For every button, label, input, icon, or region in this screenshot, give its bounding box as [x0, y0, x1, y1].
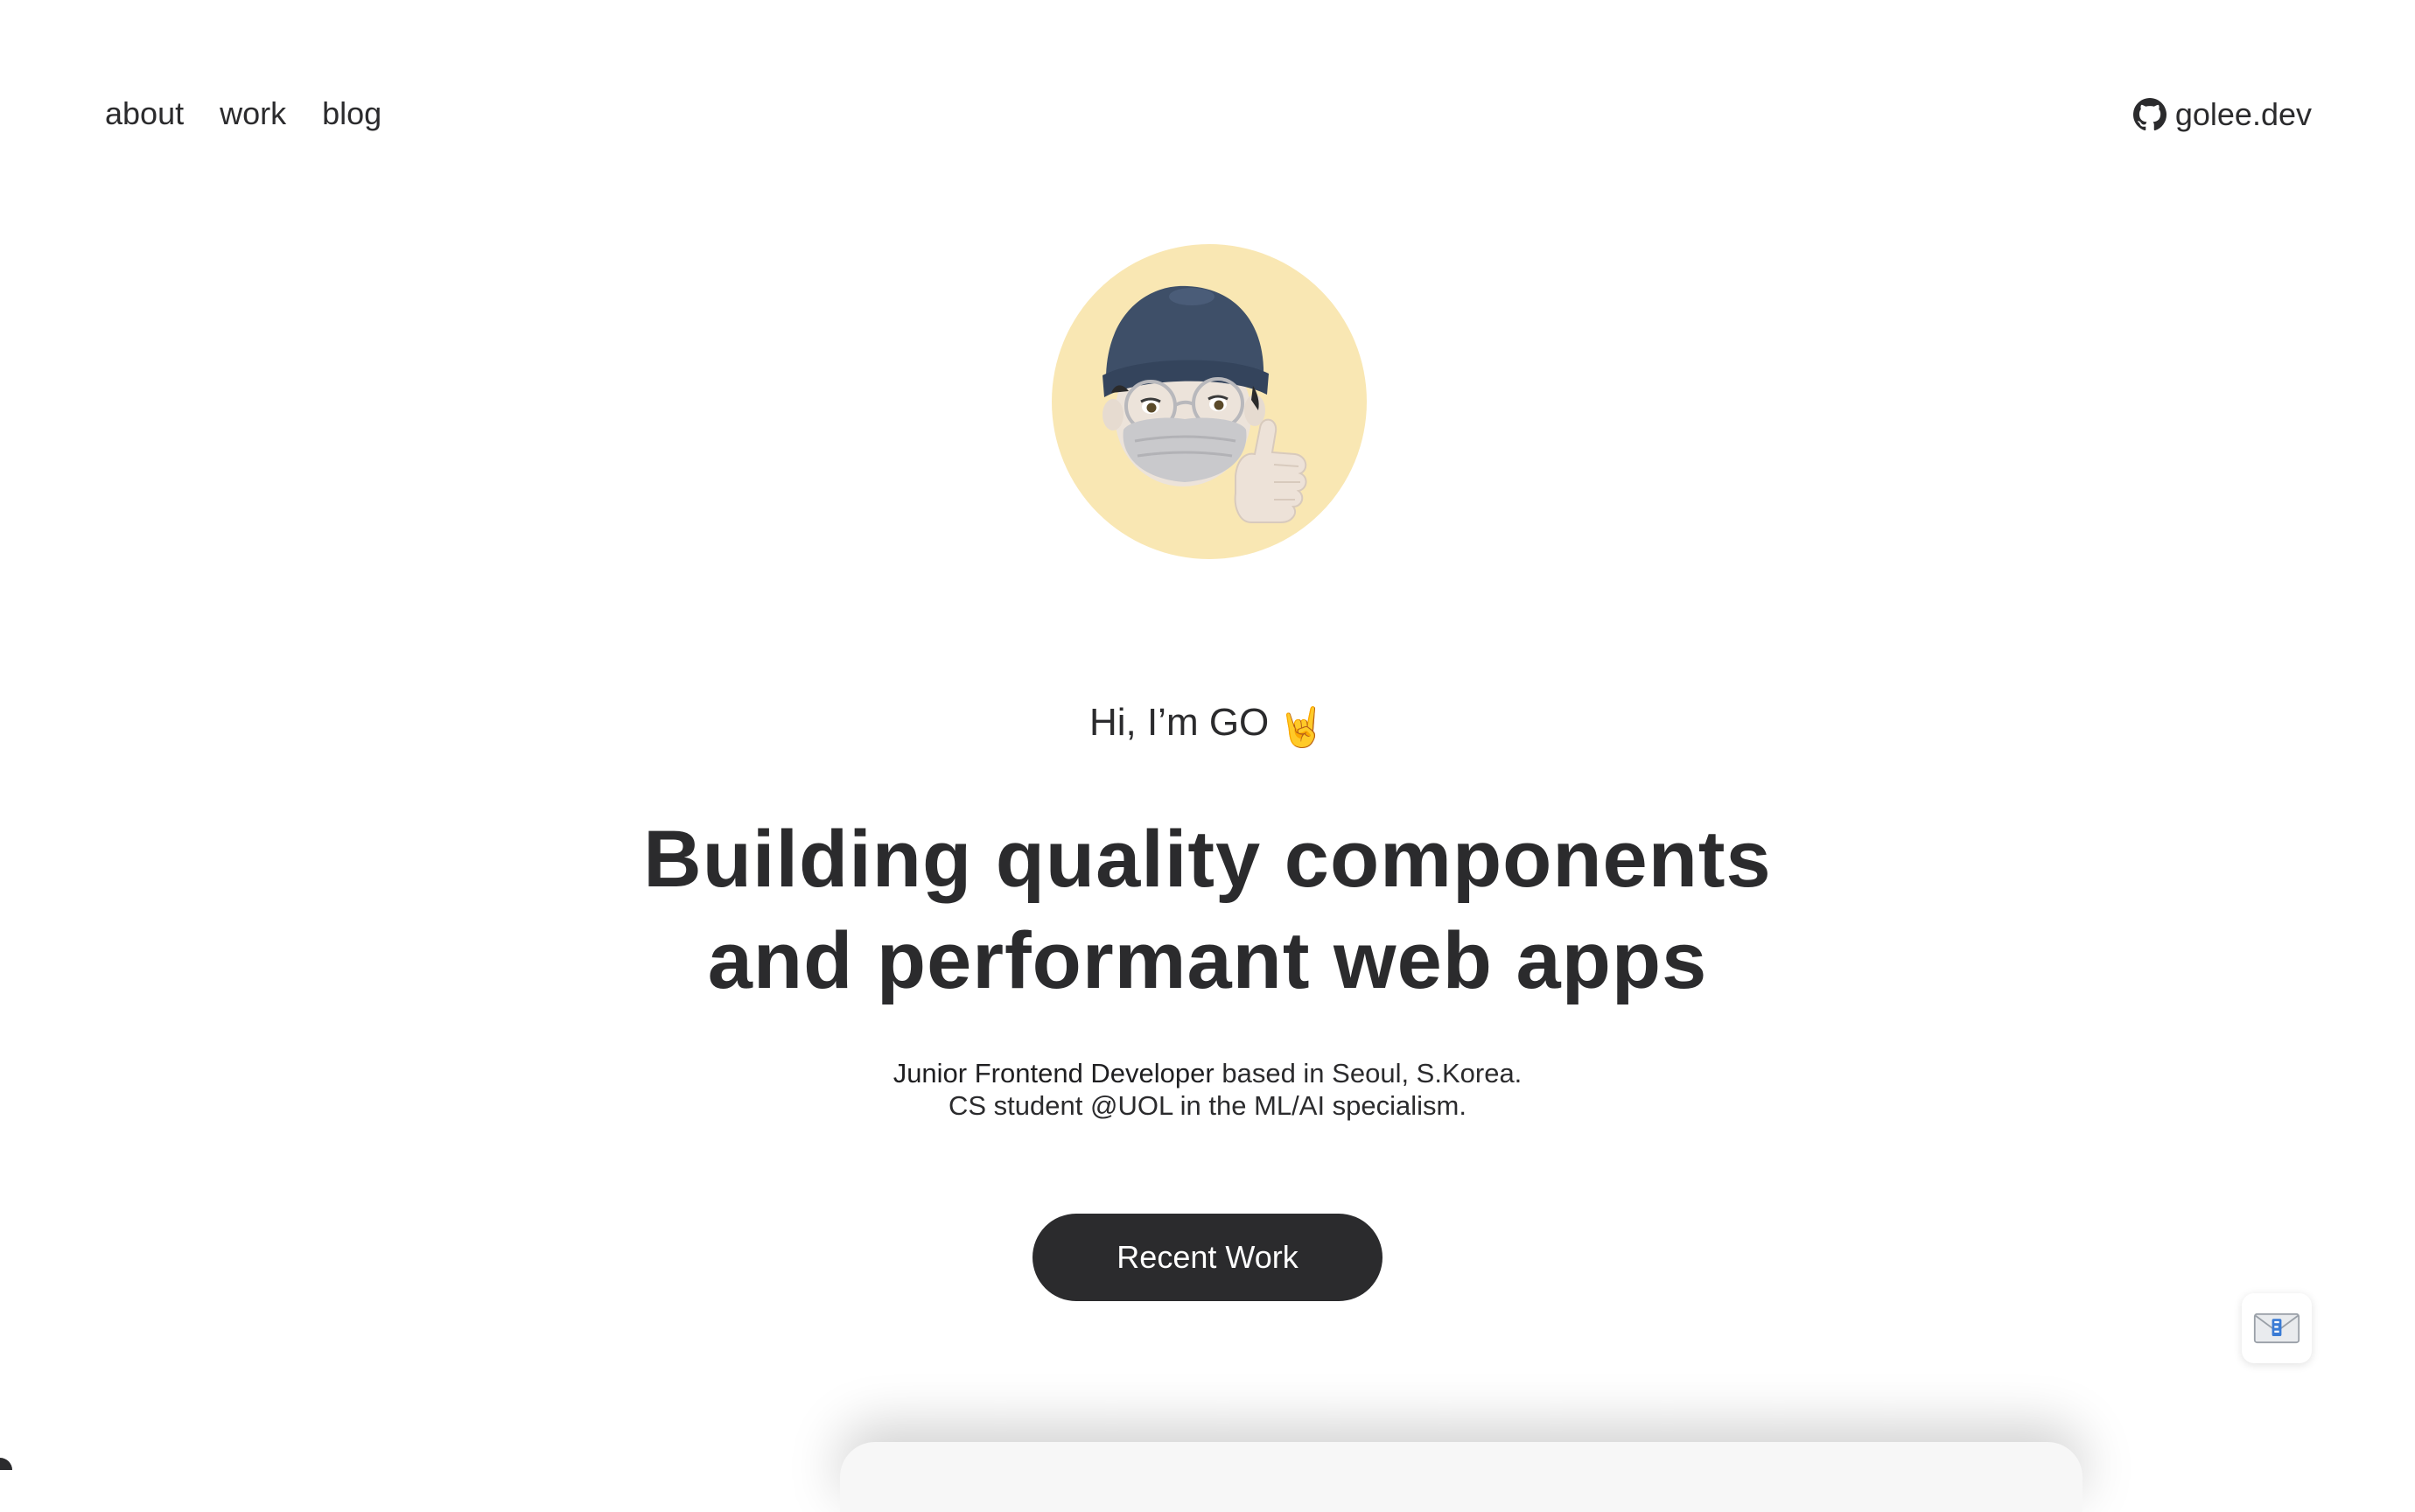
headline-line-1: Building quality components [643, 815, 1772, 904]
window-corner [0, 1458, 12, 1470]
nav-link-about[interactable]: about [105, 98, 184, 130]
nav-link-blog[interactable]: blog [322, 98, 382, 130]
profile-avatar [1052, 244, 1367, 559]
greeting: Hi, I’m GO 🤘 [0, 696, 2415, 754]
hero-subtitle: Junior Frontend Developer based in Seoul… [0, 1057, 2415, 1122]
headline-line-2: and performant web apps [707, 916, 1708, 1005]
github-icon [2132, 98, 2166, 131]
content-card-preview [840, 1442, 2082, 1512]
subtitle-role: Junior Frontend Developer [892, 1058, 1214, 1088]
mail-icon [2253, 1312, 2300, 1344]
github-link[interactable]: golee.dev [2132, 96, 2312, 132]
mail-button[interactable] [2242, 1293, 2312, 1363]
recent-work-button[interactable]: Recent Work [1032, 1214, 1382, 1301]
subtitle-line-1: Junior Frontend Developer based in Seoul… [0, 1057, 2415, 1089]
subtitle-location: based in Seoul, S.Korea. [1214, 1058, 1522, 1088]
greeting-text: Hi, I’m GO [1088, 701, 1270, 744]
site-name: golee.dev [2174, 96, 2312, 132]
nav-link-work[interactable]: work [220, 98, 286, 130]
rock-hand-emoji-icon: 🤘 [1278, 706, 1326, 749]
memoji-avatar [1102, 285, 1307, 523]
subtitle-line-2: CS student @UOL in the ML/AI specialism. [948, 1090, 1466, 1121]
main-nav: about work blog [105, 98, 417, 130]
hero-headline: Building quality components and performa… [0, 808, 2415, 1012]
